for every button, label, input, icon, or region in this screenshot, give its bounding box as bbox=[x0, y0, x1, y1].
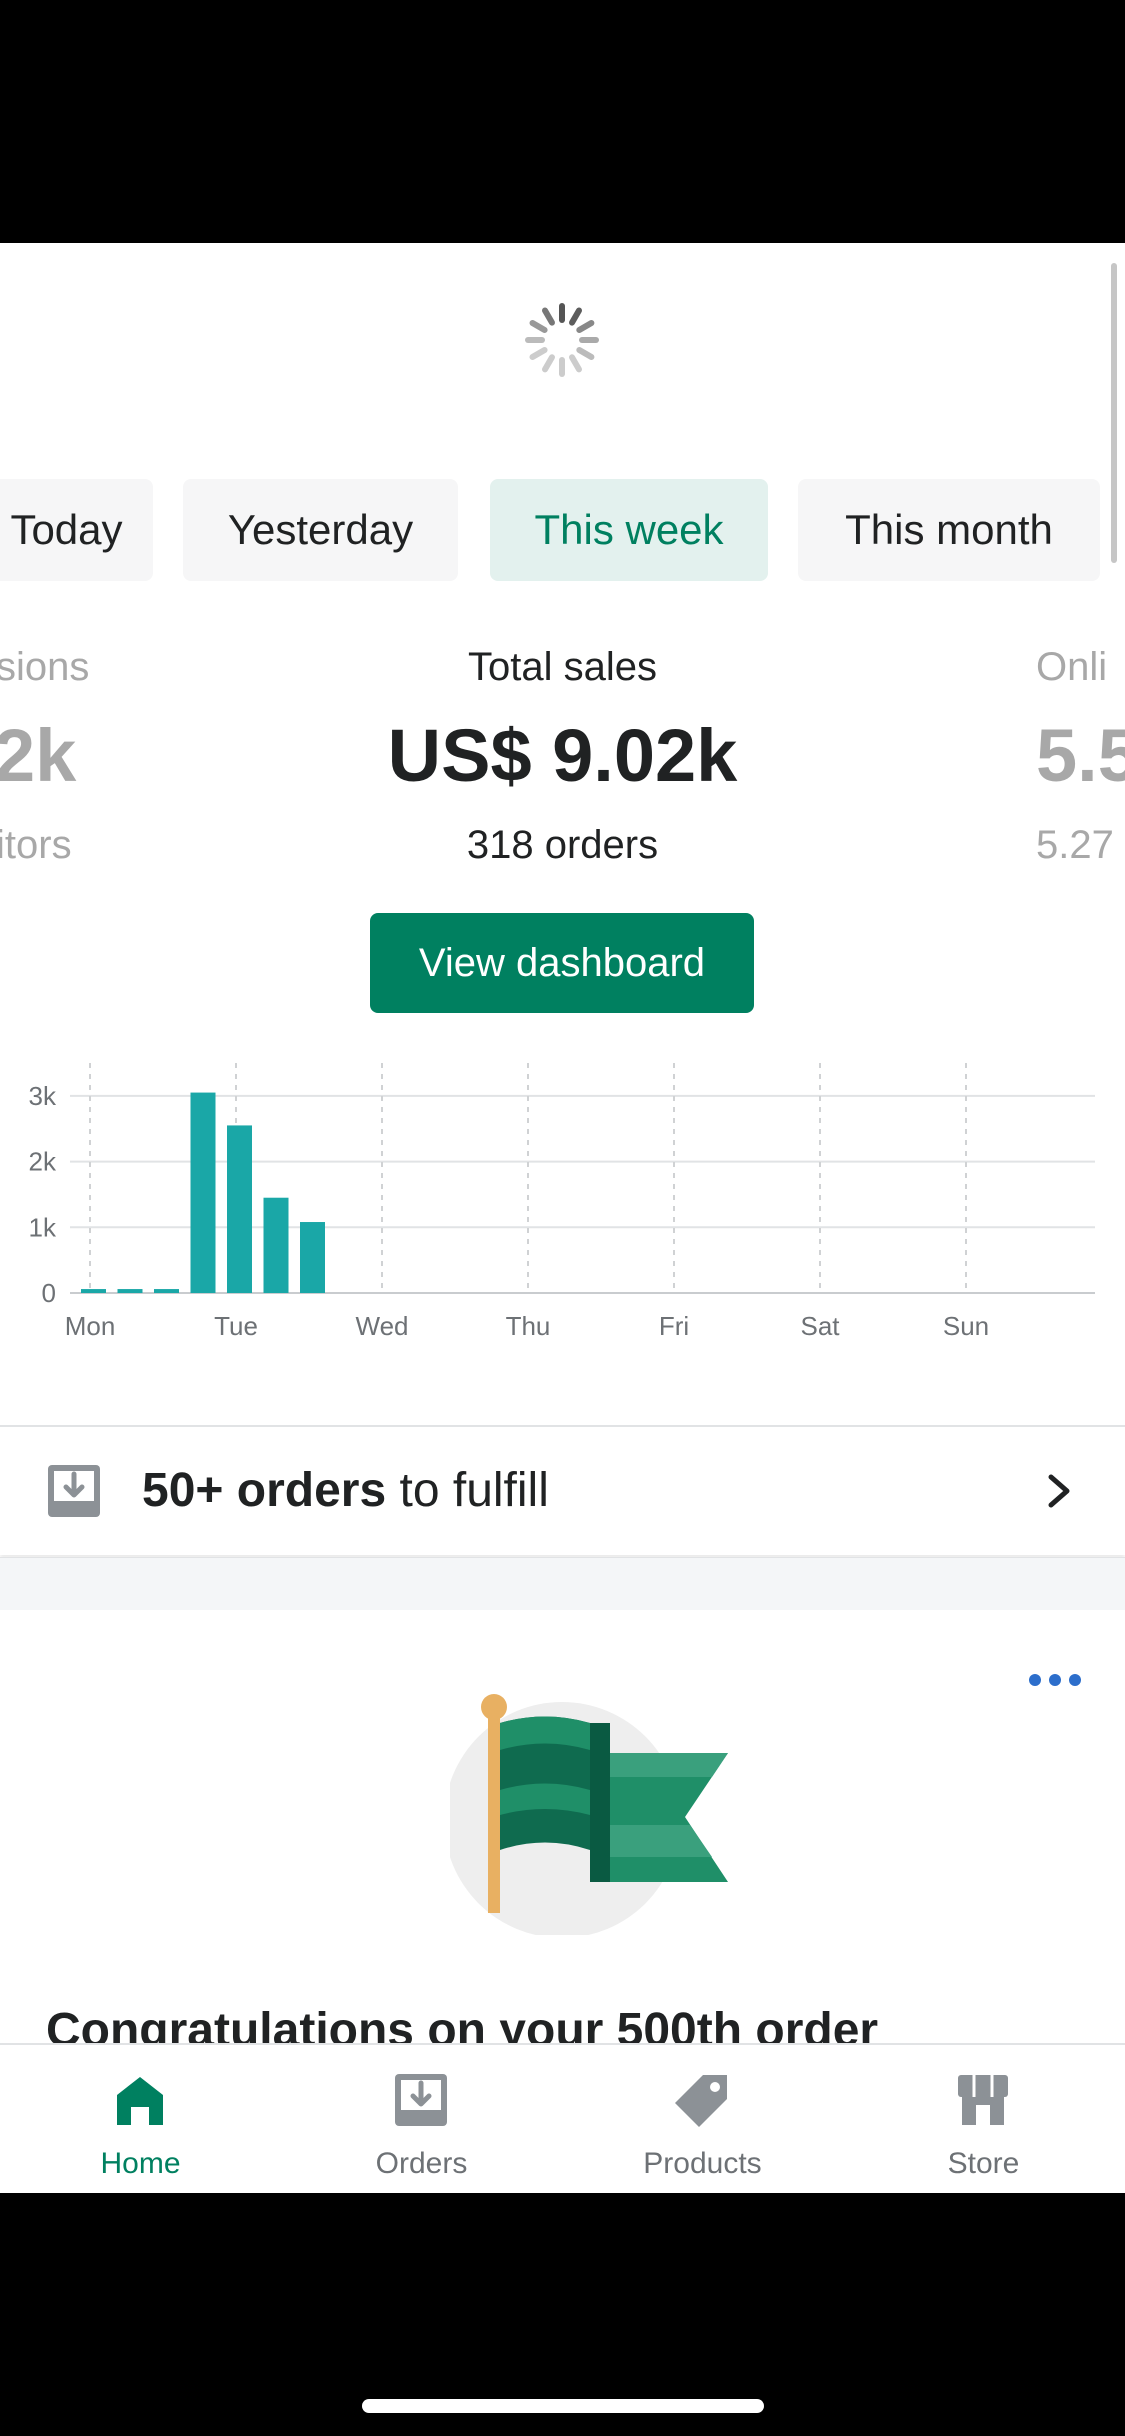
orders-count: 318 orders bbox=[466, 823, 659, 867]
chart-y-tick-label: 0 bbox=[42, 1278, 56, 1308]
chart-bar bbox=[81, 1289, 106, 1293]
orders-to-fulfill-text: 50+ orders to fulfill bbox=[142, 1463, 549, 1518]
store-icon bbox=[958, 2075, 1008, 2125]
home-indicator bbox=[362, 2399, 764, 2413]
nav-orders-label: Orders bbox=[375, 2147, 468, 2180]
chart-bar bbox=[117, 1289, 143, 1293]
section-divider bbox=[0, 1557, 1125, 1611]
chart-x-tick-label: Wed bbox=[356, 1311, 409, 1341]
chart-x-tick-label: Fri bbox=[659, 1311, 689, 1341]
total-sales-label: Total sales bbox=[468, 645, 657, 689]
total-sales-value: US$ 9.02k bbox=[387, 714, 738, 797]
tab-this-week[interactable]: This week bbox=[490, 479, 768, 581]
nav-store[interactable]: Store bbox=[843, 2045, 1124, 2193]
chart-y-tick-label: 1k bbox=[29, 1212, 57, 1242]
nav-orders[interactable]: Orders bbox=[281, 2045, 562, 2193]
chart-bar bbox=[190, 1092, 216, 1293]
period-tabs: Today Yesterday This week This month bbox=[0, 479, 1125, 581]
metric-right-label: Onli bbox=[1036, 645, 1108, 689]
tab-today[interactable]: Today bbox=[0, 479, 153, 581]
inbox-download-icon bbox=[48, 1465, 100, 1517]
chevron-right-icon bbox=[1048, 1474, 1070, 1508]
tab-label: Today bbox=[10, 506, 123, 553]
chart-x-tick-label: Tue bbox=[214, 1311, 258, 1341]
flag-illustration-icon bbox=[450, 1694, 728, 1935]
tab-label: Yesterday bbox=[227, 506, 414, 553]
metric-right-value: 5.5 bbox=[1036, 714, 1125, 797]
orders-icon bbox=[395, 2074, 447, 2126]
chart-bar bbox=[300, 1222, 325, 1293]
app-screen: Today Yesterday This week This month sio… bbox=[0, 243, 1125, 2193]
home-icon bbox=[117, 2077, 163, 2125]
tab-yesterday[interactable]: Yesterday bbox=[183, 479, 458, 581]
metric-right-sub: 5.27 bbox=[1036, 823, 1114, 867]
orders-to-fulfill-row[interactable]: 50+ orders to fulfill bbox=[0, 1425, 1125, 1555]
loading-spinner-icon bbox=[525, 303, 599, 377]
view-dashboard-button[interactable]: View dashboard bbox=[370, 913, 754, 1013]
chart-x-tick-label: Mon bbox=[65, 1311, 116, 1341]
orders-to-fulfill-suffix: to fulfill bbox=[386, 1464, 549, 1517]
nav-home-label: Home bbox=[100, 2147, 181, 2180]
nav-products-label: Products bbox=[643, 2147, 762, 2180]
chart-y-tick-label: 3k bbox=[29, 1081, 57, 1111]
tab-label: This month bbox=[845, 506, 1053, 553]
bottom-navigation: Home Orders Products Store bbox=[0, 2043, 1125, 2193]
sales-bar-chart: 0 1k 2k 3k Mon Tue Wed Thu Fri Sat Sun bbox=[29, 1063, 1095, 1341]
chart-bar bbox=[227, 1125, 252, 1293]
chart-x-tick-label: Thu bbox=[506, 1311, 551, 1341]
nav-store-label: Store bbox=[947, 2147, 1020, 2180]
nav-products[interactable]: Products bbox=[562, 2045, 843, 2193]
more-options-icon[interactable] bbox=[1025, 1670, 1085, 1690]
orders-to-fulfill-count: 50+ orders bbox=[142, 1464, 387, 1517]
chart-bar bbox=[154, 1289, 179, 1293]
chart-bar bbox=[263, 1197, 289, 1293]
chart-x-tick-label: Sat bbox=[800, 1311, 840, 1341]
chart-y-tick-label: 2k bbox=[29, 1147, 57, 1177]
tab-label: This week bbox=[534, 506, 724, 553]
tab-this-month[interactable]: This month bbox=[798, 479, 1100, 581]
chart-x-tick-label: Sun bbox=[943, 1311, 989, 1341]
tag-icon bbox=[675, 2075, 727, 2127]
nav-home[interactable]: Home bbox=[0, 2045, 281, 2193]
